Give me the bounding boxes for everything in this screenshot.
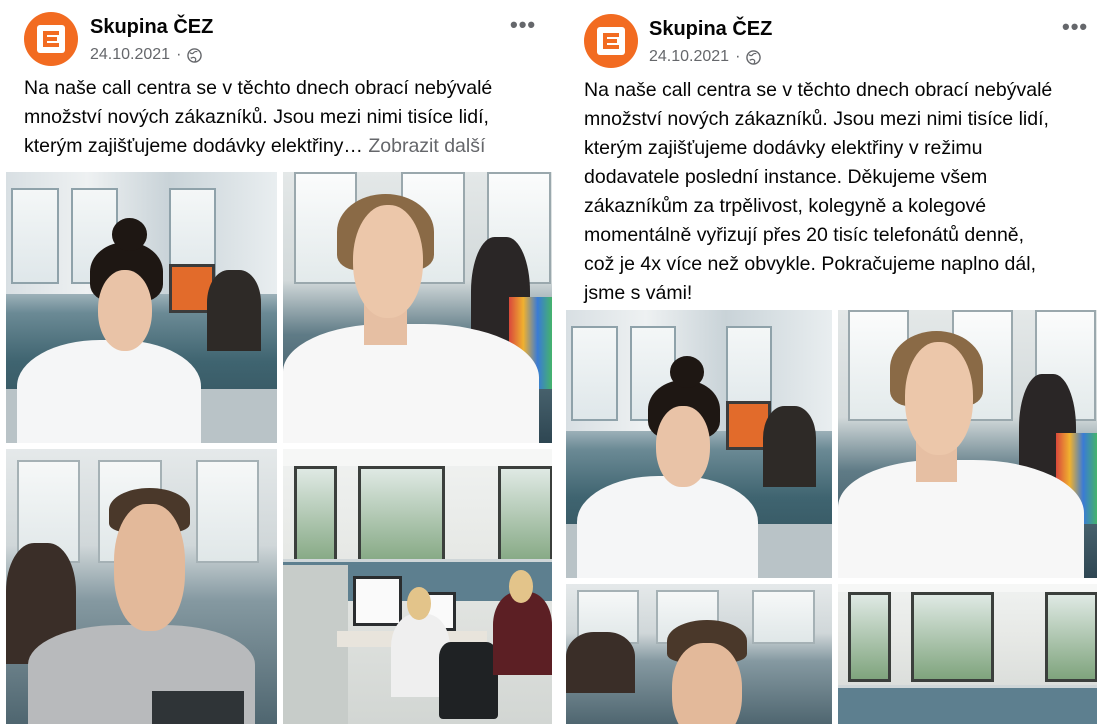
photo-grid [566,310,1097,724]
more-options-button[interactable]: ••• [510,14,536,36]
page-name-link[interactable]: Skupina ČEZ [649,18,772,41]
caption-line: Na naše call centra se v těchto dnech ob… [584,79,1053,101]
photo-woman-hoodie[interactable] [566,310,832,578]
post-date[interactable]: 24.10.2021 [90,46,170,64]
photo-woman-white-top[interactable] [838,310,1097,578]
page-name-link[interactable]: Skupina ČEZ [90,16,213,39]
globe-icon [187,47,203,63]
meta-separator: · [735,48,741,65]
photo-man-grey-shirt[interactable] [6,449,277,724]
photo-office-overview[interactable] [283,449,552,724]
photo-grid [6,172,552,724]
post-caption: Na naše call centra se v těchto dnech ob… [584,76,1094,308]
more-options-button[interactable]: ••• [1062,16,1088,38]
post-meta: 24.10.2021 · [90,46,203,64]
photo-office-overview[interactable] [838,584,1097,724]
caption-line: zákazníkům za trpělivost, kolegyně a kol… [584,195,987,217]
caption-line: kterým zajišťujeme dodávky elektřiny… [24,135,363,157]
post-date[interactable]: 24.10.2021 [649,48,729,66]
post-caption: Na naše call centra se v těchto dnech ob… [24,74,544,161]
page-avatar[interactable] [24,12,78,66]
caption-line: kterým zajišťujeme dodávky elektřiny v r… [584,137,983,159]
caption-line: což je 4x více než obvykle. Pokračujeme … [584,253,1036,275]
page-avatar[interactable] [584,14,638,68]
cez-logo [597,27,625,55]
caption-line: momentálně vyřizují přes 20 tisíc telefo… [584,224,1025,246]
caption-line: jsme s vámi! [584,282,693,304]
photo-woman-hoodie[interactable] [6,172,277,443]
caption-line: množství nových zákazníků. Jsou mezi nim… [24,106,489,128]
post-collapsed: Skupina ČEZ 24.10.2021 · ••• Na naše cal… [0,0,556,724]
photo-man-grey-shirt[interactable] [566,584,832,724]
globe-icon [746,49,762,65]
photo-woman-white-top[interactable] [283,172,552,443]
see-more-link[interactable]: Zobrazit další [368,135,485,157]
caption-line: Na naše call centra se v těchto dnech ob… [24,77,493,99]
meta-separator: · [176,46,182,63]
caption-line: množství nových zákazníků. Jsou mezi nim… [584,108,1049,130]
post-expanded: Skupina ČEZ 24.10.2021 · ••• Na naše cal… [560,0,1097,724]
cez-logo [37,25,65,53]
post-meta: 24.10.2021 · [649,48,762,66]
caption-line: dodavatele poslední instance. Děkujeme v… [584,166,988,188]
